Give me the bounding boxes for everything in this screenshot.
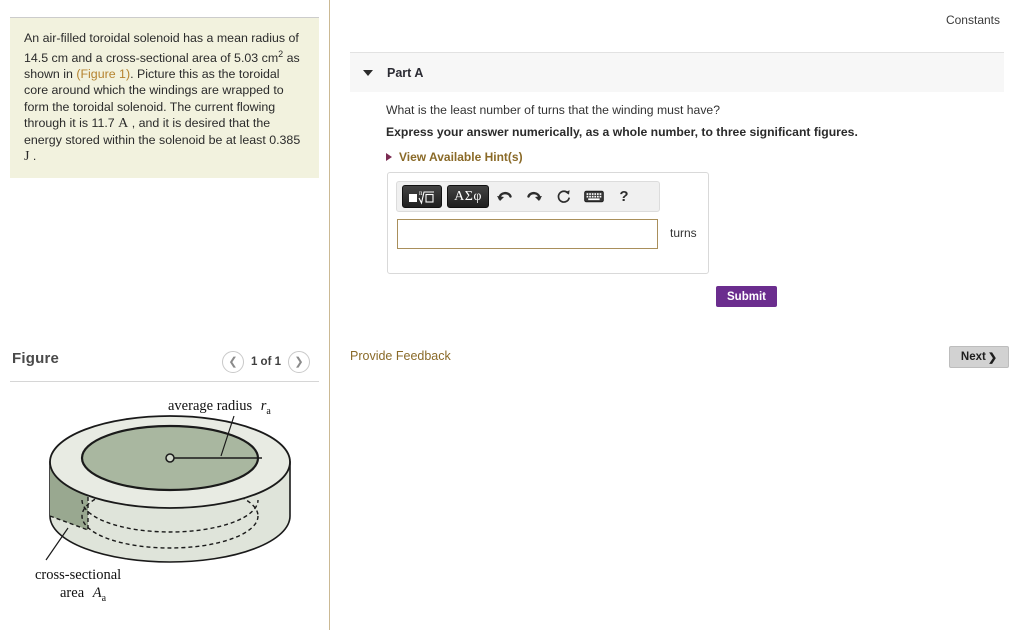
cross-sectional-area-label-line1: cross-sectional — [35, 567, 121, 583]
reset-glyph — [557, 189, 571, 203]
help-question-icon[interactable]: ? — [609, 184, 639, 210]
math-template-glyph: n — [409, 189, 434, 205]
part-a-title: Part A — [387, 65, 424, 80]
next-button-label: Next — [960, 351, 986, 363]
page-root: An air-filled toroidal solenoid has a me… — [0, 0, 1024, 630]
answer-entry-widget: n ΑΣφ ? turns — [387, 172, 709, 274]
figure-1-link[interactable]: (Figure 1) — [76, 67, 130, 81]
redo-glyph — [526, 191, 542, 201]
chevron-left-icon[interactable]: ❮ — [221, 351, 244, 373]
figure-counter: 1 of 1 — [250, 356, 281, 368]
constants-link[interactable]: Constants — [946, 13, 1000, 27]
toroid-diagram-svg: average radius ra cross-sectional area A… — [35, 398, 291, 604]
right-pane: Constants Part A What is the least numbe… — [330, 0, 1024, 630]
area-leader-line — [45, 527, 69, 561]
problem-text-part5: . — [29, 148, 37, 163]
question-prompt: What is the least number of turns that t… — [386, 103, 720, 117]
answer-input[interactable] — [397, 219, 658, 249]
left-pane: An air-filled toroidal solenoid has a me… — [0, 0, 329, 630]
triangle-down-icon[interactable] — [363, 69, 373, 76]
next-button[interactable]: Next ❯ — [949, 346, 1009, 368]
view-hints-link[interactable]: View Available Hint(s) — [386, 150, 523, 164]
cross-sectional-area-label-line2: area Aa — [60, 585, 107, 604]
question-instruction: Express your answer numerically, as a wh… — [386, 125, 858, 139]
current-unit: A — [118, 115, 129, 131]
problem-statement-text: An air-filled toroidal solenoid has a me… — [24, 30, 307, 165]
figure-navigation: ❮ 1 of 1 ❯ — [221, 351, 310, 373]
undo-glyph — [496, 191, 512, 201]
keyboard-icon[interactable] — [579, 184, 609, 210]
figure-header: Figure ❮ 1 of 1 ❯ — [10, 348, 319, 378]
greek-symbols-button[interactable]: ΑΣφ — [447, 185, 489, 208]
reset-circular-arrow-icon[interactable] — [549, 184, 579, 210]
svg-text:n: n — [419, 189, 423, 197]
chevron-right-icon[interactable]: ❯ — [288, 351, 310, 373]
submit-button[interactable]: Submit — [716, 286, 777, 307]
keyboard-glyph — [584, 190, 604, 203]
figure-divider — [10, 381, 319, 382]
undo-arrow-icon[interactable] — [489, 184, 519, 210]
triangle-right-icon — [386, 153, 392, 161]
template-math-icon[interactable]: n — [402, 185, 442, 208]
part-a-header[interactable]: Part A — [350, 53, 1004, 92]
toroid-figure: average radius ra cross-sectional area A… — [10, 388, 319, 618]
problem-text-part1: An air-filled toroidal solenoid has a me… — [24, 31, 299, 66]
redo-arrow-icon[interactable] — [519, 184, 549, 210]
answer-units-label: turns — [670, 226, 697, 240]
chevron-right-icon: ❯ — [987, 351, 998, 364]
center-point-marker — [165, 453, 175, 463]
view-hints-label: View Available Hint(s) — [399, 150, 523, 164]
provide-feedback-link[interactable]: Provide Feedback — [350, 349, 451, 363]
average-radius-label: average radius ra — [168, 398, 271, 417]
figure-panel-title: Figure — [12, 350, 60, 367]
math-toolbar: n ΑΣφ ? — [396, 181, 660, 212]
problem-statement-box: An air-filled toroidal solenoid has a me… — [10, 18, 319, 178]
